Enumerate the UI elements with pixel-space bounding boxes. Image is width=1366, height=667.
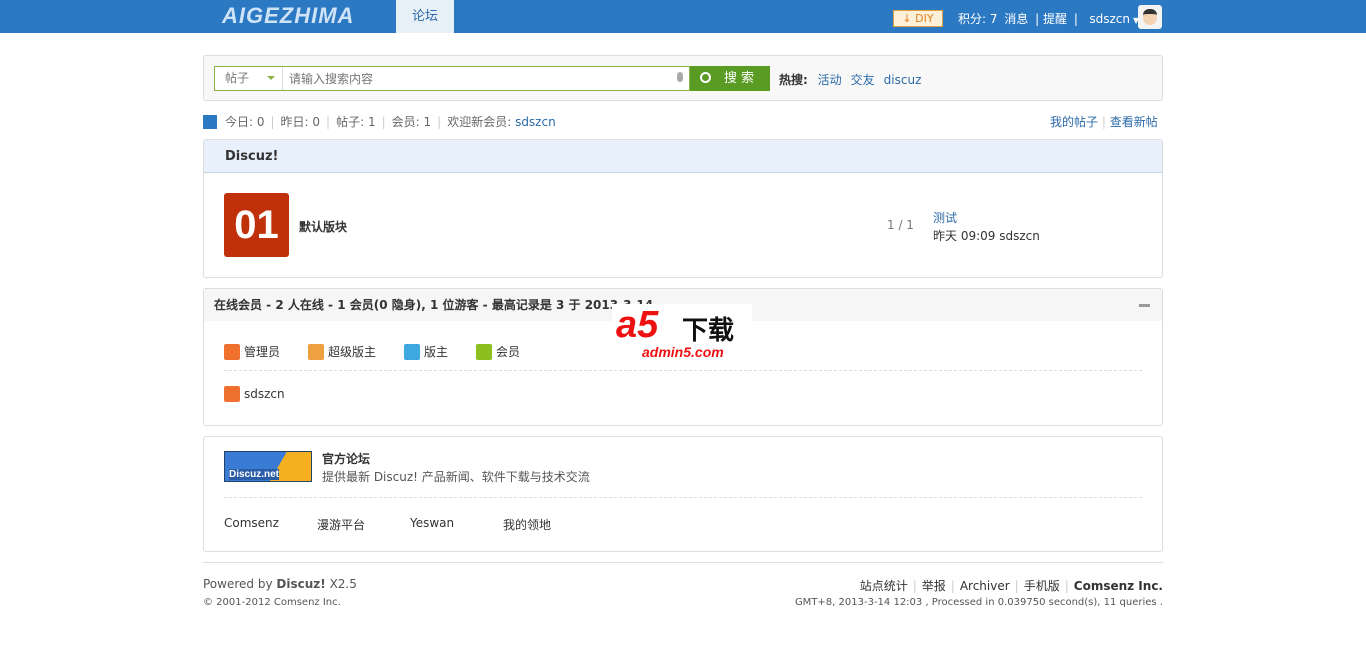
friend-link[interactable]: Yeswan <box>410 516 503 533</box>
search-type-select[interactable]: 帖子 <box>215 67 283 90</box>
last-post-title[interactable]: 测试 <box>933 211 957 225</box>
search-type-label: 帖子 <box>225 71 250 85</box>
hot-searches: 热搜: 活动 交友 discuz <box>779 71 930 88</box>
product-link[interactable]: Discuz! <box>276 577 325 591</box>
forum-count: 1 / 1 <box>887 218 914 232</box>
footer-links: 站点统计 | 举报 | Archiver | 手机版 | Comsenz Inc. <box>859 579 1163 593</box>
avatar-face-icon <box>1143 9 1157 25</box>
footer-link[interactable]: 举报 <box>922 579 946 593</box>
footer-link[interactable]: 站点统计 <box>860 579 908 593</box>
watermark-logo: a5 下载 admin5.com <box>612 304 752 362</box>
footer-link[interactable]: Archiver <box>960 579 1010 593</box>
last-post-info: 昨天 09:09 sdszcn <box>933 229 1040 243</box>
divider <box>224 370 1142 371</box>
newest-user-link[interactable]: sdszcn <box>515 115 556 129</box>
hot-label: 热搜: <box>779 73 808 87</box>
user-icon <box>476 343 493 360</box>
user-icon <box>224 386 240 402</box>
powered-by: Powered by Discuz! X2.5 <box>203 577 357 591</box>
search-input[interactable] <box>289 67 669 90</box>
last-post: 测试 昨天 09:09 sdszcn <box>933 209 1040 245</box>
username-link[interactable]: sdszcn <box>1089 12 1130 26</box>
stat-newest: 欢迎新会员: <box>447 115 512 129</box>
forum-icon[interactable]: 01 <box>224 193 289 257</box>
site-logo[interactable]: AIGEZHIMA <box>222 3 354 29</box>
stat-yesterday: 昨日: 0 <box>280 115 321 129</box>
friend-links-box: Discuz.net 官方论坛 提供最新 Discuz! 产品新闻、软件下载与技… <box>203 436 1163 552</box>
online-user[interactable]: sdszcn <box>224 386 285 402</box>
friend-link[interactable]: 我的领地 <box>503 516 596 533</box>
nav-tab-forum[interactable]: 论坛 <box>396 0 454 33</box>
stat-today: 今日: 0 <box>225 115 265 129</box>
link-title[interactable]: 官方论坛 <box>322 450 370 467</box>
legend-item: 会员 <box>476 343 520 360</box>
link-desc: 提供最新 Discuz! 产品新闻、软件下载与技术交流 <box>322 470 590 484</box>
search-icon <box>700 72 711 83</box>
top-header: AIGEZHIMA 论坛 ↓ DIY 积分: 7 消息 | 提醒 | sdszc… <box>0 0 1366 33</box>
search-button[interactable]: 搜 索 <box>690 66 770 91</box>
text-links: Comsenz 漫游平台 Yeswan 我的领地 <box>224 516 596 533</box>
friend-link[interactable]: Comsenz <box>224 516 317 533</box>
discuz-net-logo[interactable]: Discuz.net <box>224 451 312 482</box>
stat-members: 会员: 1 <box>391 115 432 129</box>
diy-button[interactable]: ↓ DIY <box>893 10 943 27</box>
footer-link[interactable]: 手机版 <box>1024 579 1060 593</box>
hot-link[interactable]: 活动 <box>818 73 842 87</box>
forum-stats: 今日: 0 | 昨日: 0 | 帖子: 1 | 会员: 1 | 欢迎新会员: sdszcn <box>203 113 556 130</box>
user-icon <box>308 343 325 360</box>
search-bar: 帖子 搜 索 热搜: 活动交友 discuz <box>203 55 1163 101</box>
credits[interactable]: 积分: 7 <box>958 12 998 26</box>
debug-info: GMT+8, 2013-3-14 12:03 , Processed in 0.… <box>794 597 1163 608</box>
user-menu: 积分: 7 消息 | 提醒 | sdszcn ▼ <box>958 12 1140 26</box>
user-icon <box>404 343 421 360</box>
my-posts-link[interactable]: 我的帖子 <box>1050 115 1098 129</box>
footer-divider <box>203 562 1163 563</box>
forum-name[interactable]: 默认版块 <box>299 218 347 235</box>
diy-label: DIY <box>915 12 934 25</box>
microphone-icon[interactable] <box>677 72 683 82</box>
user-icon <box>224 343 240 360</box>
avatar[interactable] <box>1138 5 1162 29</box>
legend-item: 超级版主 <box>308 343 376 360</box>
company-link[interactable]: Comsenz Inc. <box>1074 579 1163 593</box>
stat-posts: 帖子: 1 <box>336 115 376 129</box>
legend-item: 管理员 <box>224 343 280 360</box>
chart-icon <box>203 115 217 129</box>
hot-link[interactable]: 交友 <box>851 73 875 87</box>
search-field: 帖子 <box>214 66 690 91</box>
chevron-down-icon <box>267 76 275 84</box>
friend-link[interactable]: 漫游平台 <box>317 516 410 533</box>
category-box: Discuz! 01 默认版块 1 / 1 测试 昨天 09:09 sdszcn <box>203 139 1163 278</box>
online-legend: 管理员 超级版主 版主 会员 <box>224 343 520 360</box>
alerts-link[interactable]: 提醒 <box>1043 12 1067 26</box>
search-button-label: 搜 索 <box>723 71 754 86</box>
copyright: © 2001-2012 Comsenz Inc. <box>203 597 341 608</box>
hot-link[interactable]: discuz <box>884 73 922 87</box>
collapse-icon[interactable] <box>1139 304 1150 307</box>
legend-item: 版主 <box>404 343 448 360</box>
online-user-name: sdszcn <box>244 387 285 401</box>
messages-link[interactable]: 消息 <box>1004 12 1028 26</box>
quick-links: 我的帖子 | 查看新帖 <box>1050 115 1158 129</box>
category-title[interactable]: Discuz! <box>204 140 1162 173</box>
new-posts-link[interactable]: 查看新帖 <box>1110 115 1158 129</box>
divider <box>224 497 1142 498</box>
